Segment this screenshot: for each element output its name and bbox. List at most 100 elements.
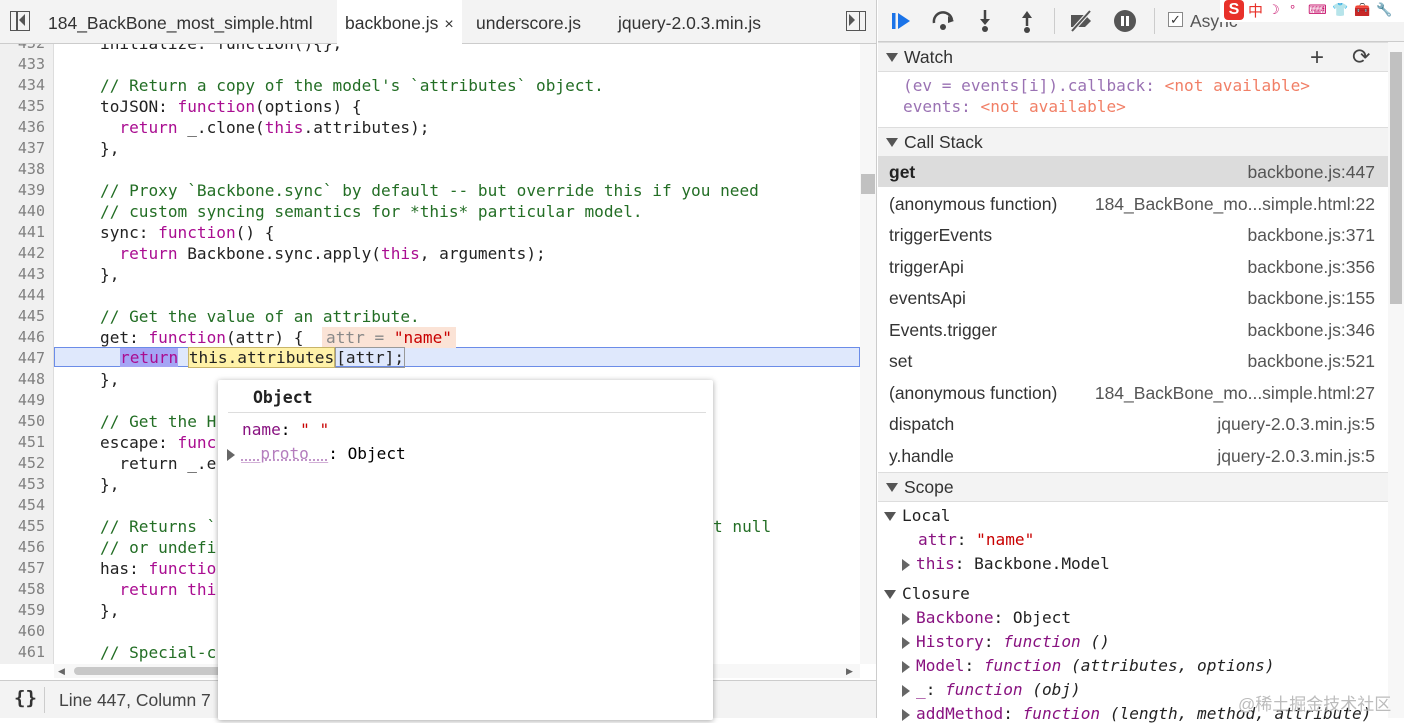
line-number[interactable]: 449 <box>18 390 45 411</box>
tab-backbone-js[interactable]: backbone.js × <box>337 0 462 45</box>
async-checkbox[interactable]: ✓ <box>1168 12 1183 27</box>
call-frame[interactable]: triggerApi backbone.js:356 <box>878 251 1388 282</box>
call-frame[interactable]: Events.trigger backbone.js:346 <box>878 314 1388 345</box>
line-number[interactable]: 433 <box>18 54 45 75</box>
ime-toolbar: S 中 ☽ ° ⌨ 👕 🧰 🔧 <box>1220 0 1404 22</box>
expand-arrow-icon[interactable] <box>902 684 910 697</box>
watch-section-header[interactable]: Watch + ⟳ <box>878 42 1388 72</box>
sidebar-scroll-thumb[interactable] <box>1390 52 1402 304</box>
line-number[interactable]: 448 <box>18 369 45 390</box>
line-number[interactable]: 434 <box>18 75 45 96</box>
deactivate-breakpoints-icon[interactable] <box>1068 8 1094 34</box>
ime-toolbox-icon[interactable]: 🧰 <box>1354 2 1370 18</box>
ime-keyboard-icon[interactable]: ⌨ <box>1308 2 1327 18</box>
popover-title: Object <box>253 388 313 407</box>
ime-punct-icon[interactable]: ° <box>1290 2 1295 17</box>
call-frame[interactable]: set backbone.js:521 <box>878 345 1388 376</box>
scope-local[interactable]: Local <box>884 506 950 525</box>
line-number[interactable]: 437 <box>18 138 45 159</box>
line-number[interactable]: 452 <box>18 453 45 474</box>
expand-arrow-icon[interactable] <box>902 708 910 721</box>
call-stack-section-header[interactable]: Call Stack <box>878 127 1388 157</box>
code-line-457: has: functio <box>100 559 217 578</box>
line-number[interactable]: 440 <box>18 201 45 222</box>
scope-closure-item[interactable]: _: function (obj) <box>902 680 1081 699</box>
tab-underscore-js[interactable]: underscore.js <box>476 0 581 44</box>
ime-settings-icon[interactable]: 🔧 <box>1376 2 1392 18</box>
expand-arrow-icon[interactable] <box>902 612 910 625</box>
step-out-icon[interactable] <box>1014 8 1040 34</box>
watch-expression[interactable]: (ev = events[i]).callback: <not availabl… <box>903 76 1310 95</box>
line-number[interactable]: 461 <box>18 642 45 663</box>
current-statement-return: return <box>120 348 179 367</box>
line-number[interactable]: 441 <box>18 222 45 243</box>
line-number[interactable]: 444 <box>18 285 45 306</box>
sogou-logo-icon[interactable]: S <box>1224 0 1244 20</box>
line-number-gutter[interactable]: 4324334344354364374384394404414424434444… <box>0 44 54 664</box>
scope-closure[interactable]: Closure <box>884 584 970 603</box>
ime-moon-icon[interactable]: ☽ <box>1268 2 1280 18</box>
editor-vertical-scroll-thumb[interactable] <box>861 174 875 194</box>
pause-on-exceptions-icon[interactable] <box>1112 8 1138 34</box>
pretty-print-button[interactable]: {} <box>14 687 37 709</box>
scope-closure-item[interactable]: Model: function (attributes, options) <box>902 656 1275 675</box>
code-line-452: return _.e <box>100 454 217 473</box>
expand-arrow-icon[interactable] <box>227 448 235 461</box>
line-number[interactable]: 456 <box>18 537 45 558</box>
ime-skin-icon[interactable]: 👕 <box>1332 2 1348 18</box>
navigator-toggle-icon[interactable] <box>10 11 30 31</box>
editor-tab-bar: 184_BackBone_most_simple.html backbone.j… <box>0 0 876 45</box>
call-frame[interactable]: (anonymous function) 184_BackBone_mo...si… <box>878 188 1388 219</box>
scope-closure-item[interactable]: History: function () <box>902 632 1110 651</box>
line-number[interactable]: 460 <box>18 621 45 642</box>
close-tab-icon[interactable]: × <box>444 16 453 33</box>
line-number[interactable]: 454 <box>18 495 45 516</box>
scope-section-header[interactable]: Scope <box>878 472 1388 502</box>
ime-language-toggle[interactable]: 中 <box>1248 0 1263 21</box>
call-frame[interactable]: get backbone.js:447 <box>878 156 1388 187</box>
call-frame[interactable]: (anonymous function) 184_BackBone_mo...si… <box>878 377 1388 408</box>
line-number[interactable]: 446 <box>18 327 45 348</box>
popover-property-proto[interactable]: __proto__: Object <box>227 444 406 463</box>
line-number[interactable]: 457 <box>18 558 45 579</box>
resume-icon[interactable] <box>888 8 914 34</box>
line-number[interactable]: 438 <box>18 159 45 180</box>
debugger-toggle-icon[interactable] <box>846 11 866 31</box>
scope-closure-item[interactable]: Backbone: Object <box>902 608 1071 627</box>
expand-arrow-icon[interactable] <box>902 558 910 571</box>
call-frame[interactable]: dispatch jquery-2.0.3.min.js:5 <box>878 408 1388 439</box>
line-number[interactable]: 435 <box>18 96 45 117</box>
line-number[interactable]: 453 <box>18 474 45 495</box>
scope-variable-attr[interactable]: attr: "name" <box>918 530 1034 549</box>
scroll-left-icon[interactable]: ◀ <box>58 666 65 677</box>
tab-jquery-min-js[interactable]: jquery-2.0.3.min.js <box>618 0 761 44</box>
line-number[interactable]: 458 <box>18 579 45 600</box>
line-number[interactable]: 443 <box>18 264 45 285</box>
call-frame[interactable]: triggerEvents backbone.js:371 <box>878 219 1388 250</box>
line-number[interactable]: 459 <box>18 600 45 621</box>
line-number[interactable]: 432 <box>18 44 45 54</box>
line-number[interactable]: 462 <box>18 663 45 664</box>
call-frame[interactable]: eventsApi backbone.js:155 <box>878 282 1388 313</box>
line-number[interactable]: 439 <box>18 180 45 201</box>
call-frame[interactable]: y.handle jquery-2.0.3.min.js:5 <box>878 440 1388 471</box>
add-watch-icon[interactable]: + <box>1310 44 1324 72</box>
step-into-icon[interactable] <box>972 8 998 34</box>
scroll-right-icon[interactable]: ▶ <box>846 666 853 677</box>
scope-variable-this[interactable]: this: Backbone.Model <box>902 554 1110 573</box>
refresh-icon[interactable]: ⟳ <box>1352 44 1370 70</box>
line-number[interactable]: 451 <box>18 432 45 453</box>
line-number[interactable]: 445 <box>18 306 45 327</box>
line-number[interactable]: 442 <box>18 243 45 264</box>
line-number[interactable]: 455 <box>18 516 45 537</box>
step-over-icon[interactable] <box>930 8 956 34</box>
watch-expression[interactable]: events: <not available> <box>903 97 1126 116</box>
collapse-arrow-icon <box>886 138 898 147</box>
expand-arrow-icon[interactable] <box>902 660 910 673</box>
line-number[interactable]: 436 <box>18 117 45 138</box>
line-number[interactable]: 447 <box>18 348 45 369</box>
editor-vertical-scrollbar[interactable] <box>860 44 876 664</box>
expand-arrow-icon[interactable] <box>902 636 910 649</box>
tab-184-backbone-html[interactable]: 184_BackBone_most_simple.html <box>48 0 313 44</box>
line-number[interactable]: 450 <box>18 411 45 432</box>
